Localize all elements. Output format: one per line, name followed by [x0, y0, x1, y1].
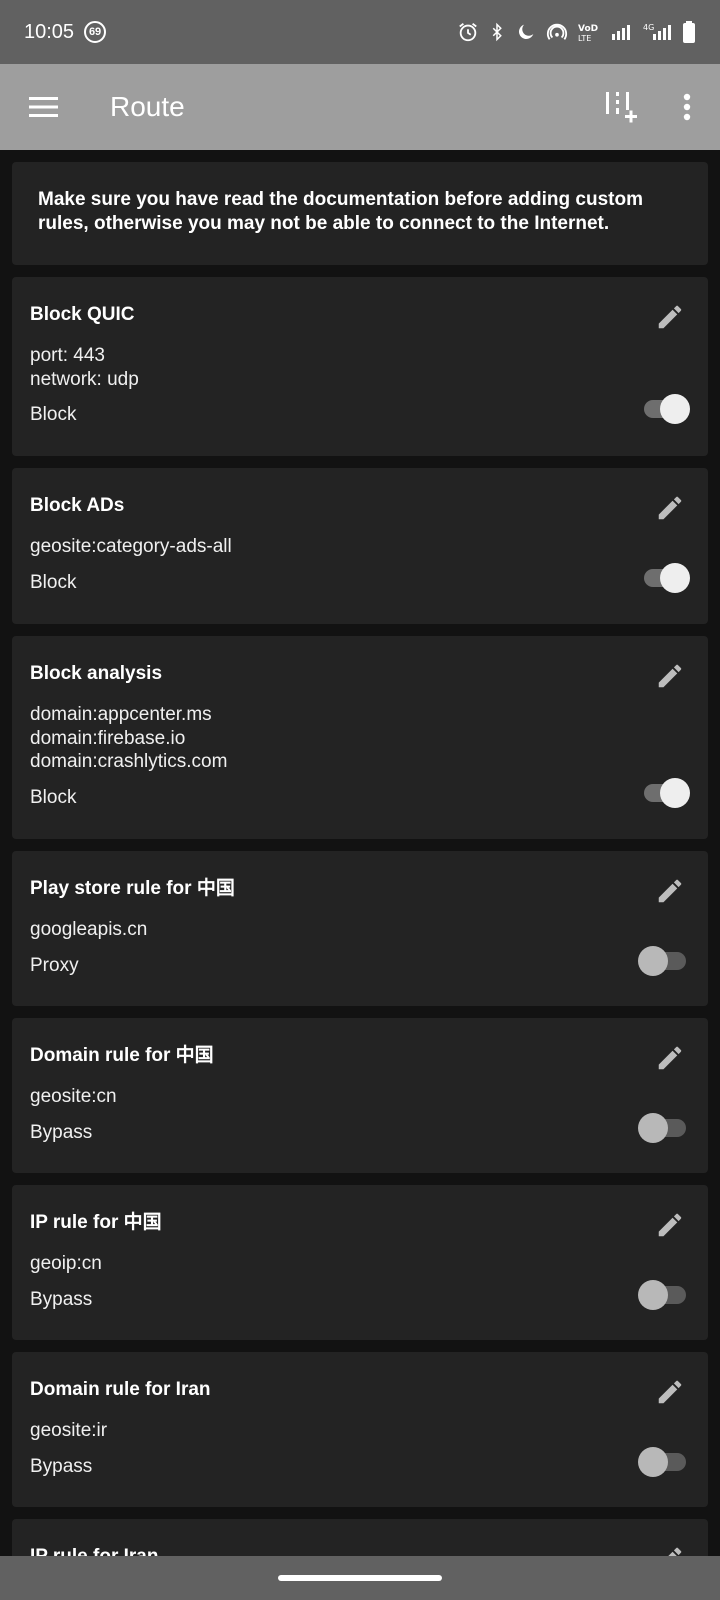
hotspot-icon [546, 23, 568, 40]
battery-icon [683, 21, 695, 43]
alarm-icon [459, 23, 477, 42]
rule-card[interactable]: IP rule for 中国 geoip:cn Bypass [12, 1185, 708, 1340]
edit-rule-button[interactable] [650, 297, 690, 337]
rule-outbound: Block [30, 571, 77, 593]
edit-icon [658, 1380, 682, 1404]
edit-rule-button[interactable] [650, 488, 690, 528]
page-title: Route [110, 91, 185, 122]
rule-outbound: Proxy [30, 954, 79, 976]
menu-icon [29, 97, 58, 117]
edit-rule-button[interactable] [650, 1372, 690, 1412]
rule-enable-toggle[interactable] [638, 943, 692, 979]
notice-text: Make sure you have read the documentatio… [38, 189, 643, 234]
rule-outbound: Block [30, 404, 77, 425]
edit-icon [658, 496, 682, 520]
rule-name: Domain rule for Iran [30, 1379, 211, 1400]
bluetooth-icon [492, 22, 502, 42]
rule-name: IP rule for Iran [30, 1519, 690, 1556]
rule-name: Play store rule for 中国 [30, 878, 235, 899]
edit-icon [668, 1547, 682, 1556]
rule-list[interactable]: Make sure you have read the documentatio… [0, 150, 720, 1556]
rule-enable-toggle[interactable] [638, 1277, 692, 1313]
notification-count-icon: 69 [84, 21, 107, 43]
edit-rule-button[interactable] [650, 1038, 690, 1078]
rule-name: Block QUIC [30, 304, 135, 325]
navigation-bar [0, 1556, 720, 1600]
rule-card[interactable]: Block analysis domain:appcenter.ms domai… [12, 636, 708, 839]
app-bar: Route [0, 64, 720, 150]
rule-content: domain:appcenter.ms domain:firebase.io d… [30, 704, 228, 772]
home-gesture-handle[interactable] [278, 1575, 442, 1581]
svg-text:LTE: LTE [578, 34, 591, 43]
edit-icon [658, 305, 682, 329]
edit-icon [658, 1213, 682, 1237]
menu-button[interactable] [0, 64, 88, 150]
edit-rule-button[interactable] [650, 1539, 690, 1556]
rule-content: geoip:cn [30, 1253, 102, 1274]
rule-content: geosite:category-ads-all [30, 536, 232, 557]
rule-card[interactable]: Play store rule for 中国 googleapis.cn Pro… [12, 851, 708, 1006]
signal-4g-icon: 4G [643, 23, 671, 40]
rule-card[interactable]: Block ADs geosite:category-ads-all Block [12, 468, 708, 624]
rule-card[interactable]: Domain rule for 中国 geosite:cn Bypass [12, 1018, 708, 1173]
add-rule-button[interactable] [588, 64, 654, 150]
edit-icon [658, 1046, 682, 1070]
rule-name: IP rule for 中国 [30, 1212, 162, 1233]
svg-text:VoD: VoD [578, 24, 598, 34]
more-vert-icon [683, 93, 691, 121]
rule-name: Block ADs [30, 495, 125, 516]
rule-enable-toggle[interactable] [640, 775, 692, 811]
rule-outbound: Block [30, 786, 77, 808]
rule-enable-toggle[interactable] [638, 1110, 692, 1146]
edit-icon [658, 879, 682, 903]
rule-outbound: Bypass [30, 1288, 93, 1310]
add-rule-icon [606, 92, 637, 123]
moon-icon [518, 24, 534, 40]
rule-card[interactable]: Block QUIC port: 443 network: udp Block [12, 277, 708, 456]
edit-rule-button[interactable] [650, 1205, 690, 1245]
rule-content: geosite:cn [30, 1086, 117, 1107]
rule-content: port: 443 network: udp [30, 345, 139, 390]
rule-enable-toggle[interactable] [638, 1444, 692, 1480]
status-icons: VoD LTE 4G [457, 21, 696, 43]
edit-icon [658, 664, 682, 688]
more-options-button[interactable] [654, 64, 720, 150]
edit-rule-button[interactable] [650, 656, 690, 696]
rule-name: Block analysis [30, 663, 163, 684]
rule-card[interactable]: IP rule for Iran [12, 1519, 708, 1556]
rule-content: geosite:ir [30, 1420, 108, 1441]
rule-outbound: Bypass [30, 1121, 93, 1143]
volte-icon: VoDLTE [578, 24, 598, 43]
rule-card[interactable]: Domain rule for Iran geosite:ir Bypass [12, 1352, 708, 1507]
rule-outbound: Bypass [30, 1455, 93, 1477]
status-time: 10:05 [24, 20, 75, 43]
rule-name: Domain rule for 中国 [30, 1045, 214, 1066]
rule-enable-toggle[interactable] [640, 391, 692, 427]
status-bar: 10:05 69 VoD LTE 4G [0, 0, 720, 64]
notice-card: Make sure you have read the documentatio… [12, 162, 708, 265]
svg-text:4G: 4G [643, 23, 654, 32]
edit-rule-button[interactable] [650, 871, 690, 911]
signal-icon [612, 25, 630, 40]
rule-content: googleapis.cn [30, 919, 148, 940]
rule-enable-toggle[interactable] [640, 560, 692, 596]
